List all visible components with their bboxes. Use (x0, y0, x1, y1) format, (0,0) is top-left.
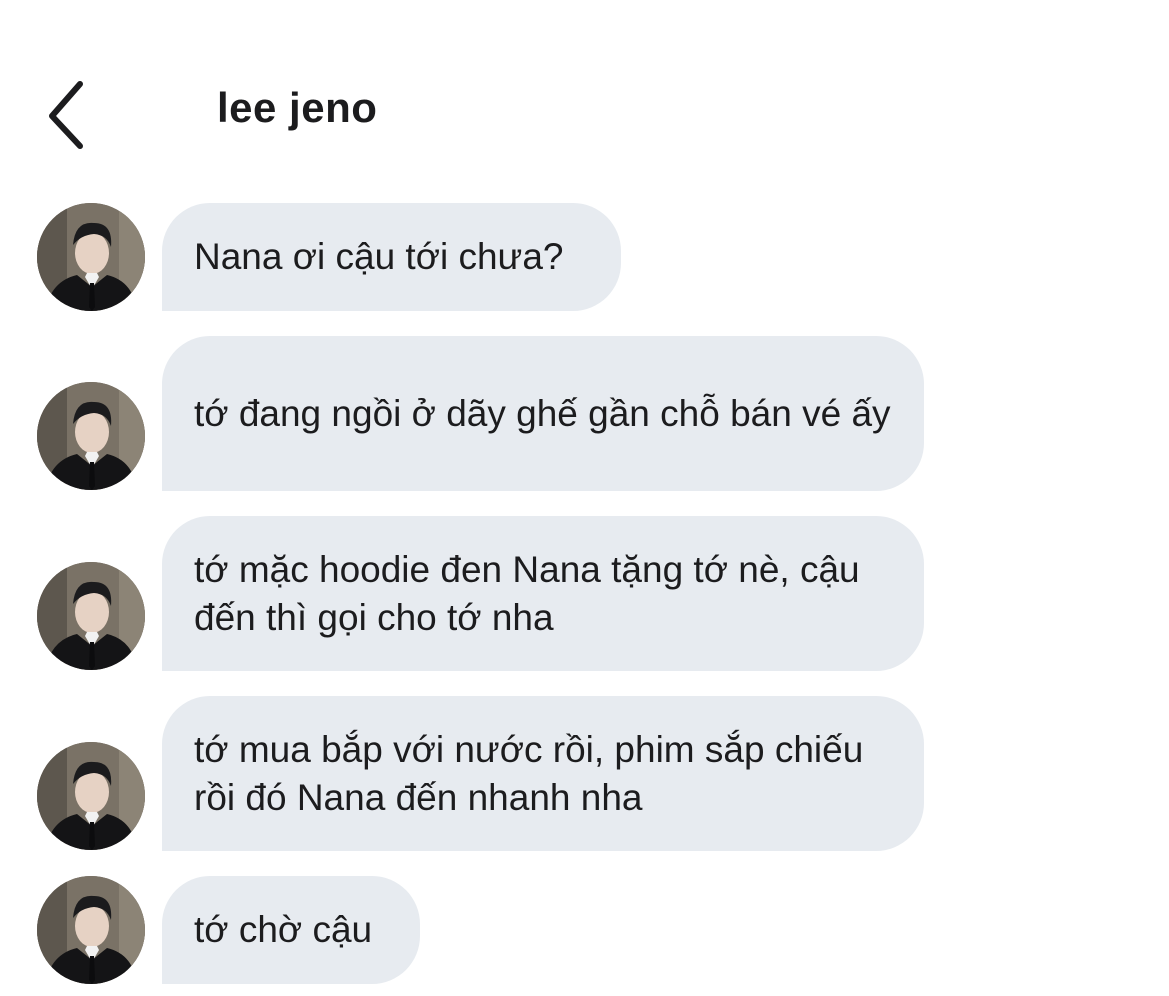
chevron-left-icon (49, 81, 83, 149)
avatar[interactable] (37, 876, 145, 984)
message-text: tớ chờ cậu (194, 909, 373, 950)
message-bubble[interactable]: tớ mặc hoodie đen Nana tặng tớ nè, cậu đ… (162, 516, 924, 671)
message-bubble[interactable]: tớ đang ngồi ở dãy ghế gần chỗ bán vé ấy (162, 336, 924, 491)
contact-name[interactable]: lee jeno (217, 84, 377, 132)
avatar-image (37, 876, 145, 984)
chat-header: lee jeno (0, 60, 1169, 160)
message-bubble[interactable]: tớ mua bắp với nước rồi, phim sắp chiếu … (162, 696, 924, 851)
message-text: tớ mua bắp với nước rồi, phim sắp chiếu … (194, 728, 864, 818)
avatar-image (37, 562, 145, 670)
avatar-image (37, 742, 145, 850)
avatar-image (37, 382, 145, 490)
message-bubble[interactable]: Nana ơi cậu tới chưa? (162, 203, 621, 311)
message-text: tớ đang ngồi ở dãy ghế gần chỗ bán vé ấy (194, 392, 891, 434)
avatar[interactable] (37, 562, 145, 670)
avatar[interactable] (37, 382, 145, 490)
avatar-image (37, 203, 145, 311)
back-button[interactable] (30, 70, 100, 150)
chat-screen: lee jeno Nana ơi cậu tới chưa? tớ đang n… (0, 0, 1169, 996)
message-bubble[interactable]: tớ chờ cậu (162, 876, 420, 984)
avatar[interactable] (37, 742, 145, 850)
avatar[interactable] (37, 203, 145, 311)
message-text: Nana ơi cậu tới chưa? (194, 236, 564, 277)
message-text: tớ mặc hoodie đen Nana tặng tớ nè, cậu đ… (194, 548, 860, 638)
